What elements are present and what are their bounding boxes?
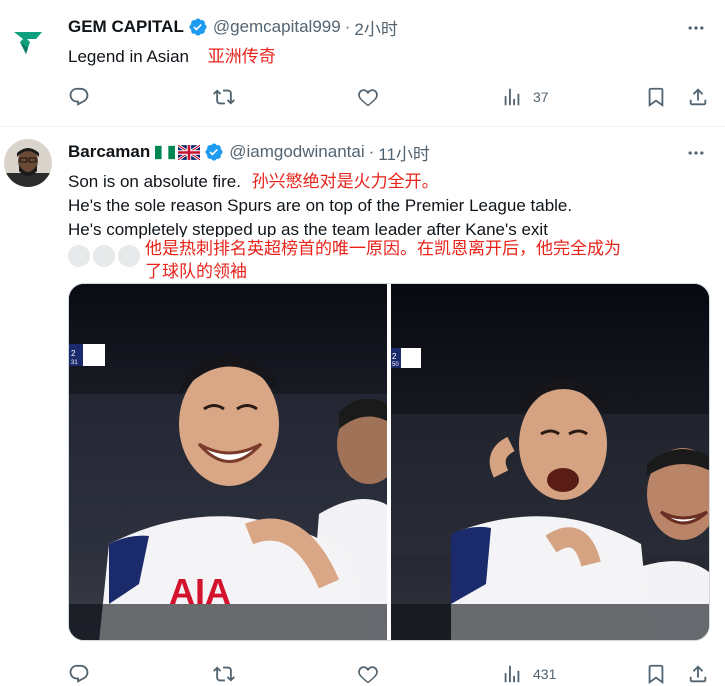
retweet-button[interactable] [213,85,245,109]
reply-icon [69,87,89,106]
like-button[interactable] [357,85,389,109]
separator-dot: · [368,142,375,161]
tweet-text-line-1: Son is on absolute fire. 孙兴慜绝对是火力全开。 [68,170,439,193]
verified-badge-icon [204,142,224,162]
uk-flag-icon [178,144,201,160]
reply-button[interactable] [68,85,100,109]
bookmark-button[interactable] [645,662,667,686]
score-badge-text: 50 [392,362,399,368]
more-icon[interactable] [685,17,707,39]
gem-logo-icon [14,32,42,54]
bookmark-icon [648,87,664,108]
views-count: 37 [533,89,549,105]
author-handle[interactable]: @iamgodwinantai [229,142,364,162]
views-icon [504,665,520,683]
views-button[interactable]: 431 [501,662,556,686]
score-badge-text: 2 [392,352,397,361]
like-button[interactable] [357,662,389,686]
views-icon [504,88,520,106]
tweet-gem-capital[interactable]: GEM CAPITAL @gemcapital999 · 2小时 Legend … [0,0,725,126]
tweet-actions: 431 [68,662,713,686]
share-button[interactable] [687,85,709,109]
like-icon [358,666,378,684]
author-name[interactable]: GEM CAPITAL [68,17,184,37]
timestamp[interactable]: 11小时 [378,140,430,165]
share-icon [689,88,707,106]
bookmark-button[interactable] [645,85,667,109]
avatar-image [4,139,52,187]
translation-annotation: 孙兴慜绝对是火力全开。 [251,172,439,191]
retweet-icon [213,666,235,682]
tweet-barcaman[interactable]: Barcaman @iamgodwinantai · 11小时 Son is o… [0,127,725,686]
share-icon [689,665,707,683]
media-photo-left[interactable]: 2 31 AIA [69,284,387,640]
tweet-text-line: He's the sole reason Spurs are on top of… [68,196,573,215]
tweet-media[interactable]: 2 31 AIA 2 50 [68,283,710,641]
score-badge-text: 31 [71,360,78,366]
tweet-text: Legend in Asian 亚洲传奇 [68,45,276,68]
translation-annotation-2: 他是热刺排名英超榜首的唯一原因。在凯恩离开后，他完全成为 [145,237,621,261]
translation-annotation: 亚洲传奇 [207,47,276,66]
like-icon [358,89,378,107]
bookmark-icon [648,664,664,685]
media-photo-right[interactable]: 2 50 [391,284,709,640]
retweet-button[interactable] [213,662,245,686]
author-handle[interactable]: @gemcapital999 [213,17,341,37]
reply-button[interactable] [68,662,100,686]
retweet-icon [213,89,235,105]
avatar[interactable] [6,20,50,64]
timestamp[interactable]: 2小时 [354,15,397,40]
views-button[interactable]: 37 [501,85,549,109]
tweet-text-line-2: He's the sole reason Spurs are on top of… [68,194,572,217]
share-button[interactable] [687,662,709,686]
views-count: 431 [533,666,557,682]
tweet-header: GEM CAPITAL @gemcapital999 · 2小时 [68,15,398,40]
truncated-text-dots [68,245,140,267]
tweet-actions: 37 [68,85,713,109]
reply-icon [69,664,89,683]
separator-dot: · [344,17,351,36]
tweet-header: Barcaman @iamgodwinantai · 11小时 [68,140,430,165]
tweet-text-line: Legend in Asian [68,47,189,66]
translation-annotation-3: 了球队的领袖 [145,262,247,281]
nigeria-flag-icon [155,145,176,160]
author-name[interactable]: Barcaman [68,142,150,162]
verified-badge-icon [188,17,208,37]
more-icon[interactable] [685,142,707,164]
score-badge-text: 2 [71,349,76,358]
tweet-text-line: Son is on absolute fire. [68,172,241,191]
avatar[interactable] [4,139,52,187]
